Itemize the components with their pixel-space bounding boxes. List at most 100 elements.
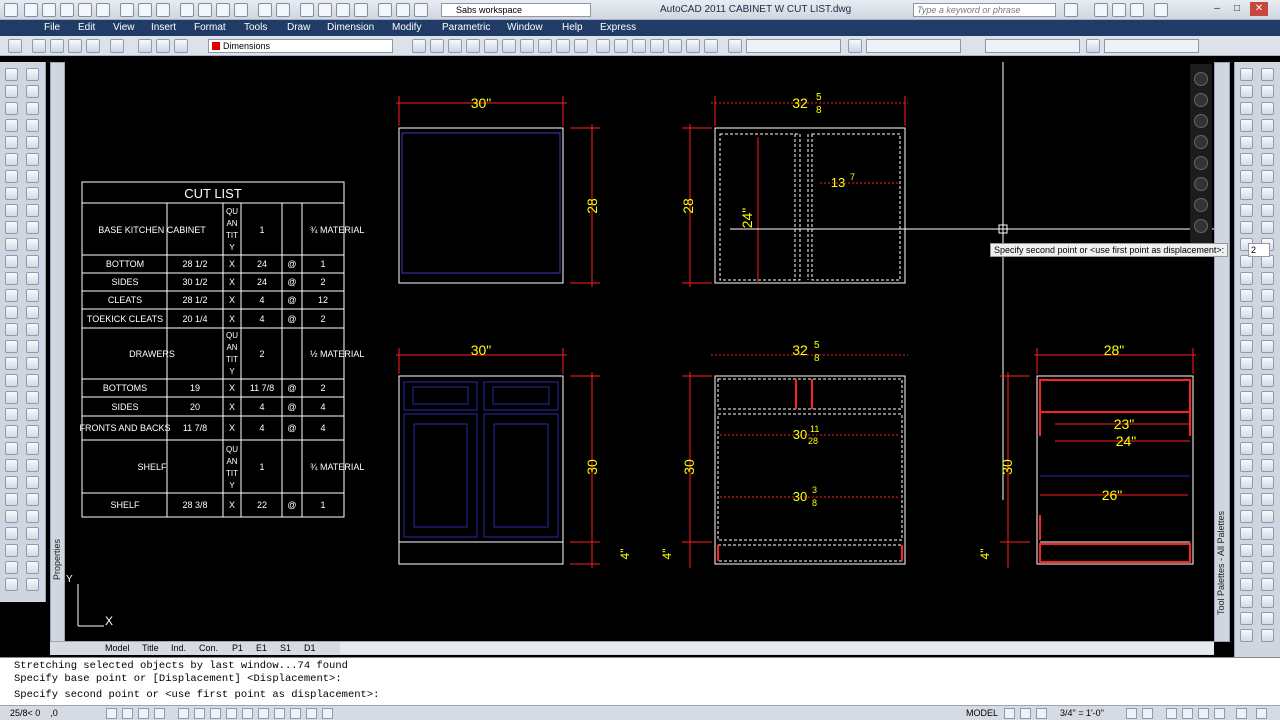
toolbar-tool-icon[interactable]	[1240, 170, 1253, 183]
layer-isolate-icon[interactable]	[68, 39, 82, 53]
designcenter-icon[interactable]	[396, 3, 410, 17]
toolbar-tool-icon[interactable]	[1240, 459, 1253, 472]
toolbar-tool-icon[interactable]	[1261, 459, 1274, 472]
lock-ui-icon[interactable]	[1182, 708, 1193, 719]
transparency-icon[interactable]	[258, 708, 269, 719]
toolbar-tool-icon[interactable]	[1261, 221, 1274, 234]
toolbar-tool-icon[interactable]	[5, 170, 18, 183]
toolbar-tool-icon[interactable]	[1261, 272, 1274, 285]
maximize-button[interactable]: □	[1228, 2, 1246, 16]
layer-freeze-icon[interactable]	[156, 39, 170, 53]
toolbar-tool-icon[interactable]	[1240, 85, 1253, 98]
toolbar-tool-icon[interactable]	[5, 119, 18, 132]
copy-layer-icon[interactable]	[430, 39, 444, 53]
toolbar-tool-icon[interactable]	[1240, 204, 1253, 217]
tab-ind[interactable]: Ind.	[171, 643, 186, 653]
osnap-icon[interactable]	[178, 708, 189, 719]
toolbar-tool-icon[interactable]	[26, 272, 39, 285]
toolbar-tool-icon[interactable]	[26, 68, 39, 81]
toolbar-tool-icon[interactable]	[26, 102, 39, 115]
multileader-style-icon[interactable]	[1086, 39, 1100, 53]
toolbar-tool-icon[interactable]	[26, 510, 39, 523]
toolbar-tool-icon[interactable]	[5, 306, 18, 319]
toolbar-tool-icon[interactable]	[5, 391, 18, 404]
menu-dimension[interactable]: Dimension	[327, 22, 374, 33]
toolbar-tool-icon[interactable]	[26, 170, 39, 183]
toolbar-tool-icon[interactable]	[1261, 68, 1274, 81]
layer-walk-icon[interactable]	[502, 39, 516, 53]
toolbar-tool-icon[interactable]	[5, 578, 18, 591]
minimize-button[interactable]: –	[1208, 2, 1226, 16]
multileader-style-select[interactable]	[1104, 39, 1199, 53]
toolbar-tool-icon[interactable]	[26, 425, 39, 438]
toolbar-tool-icon[interactable]	[5, 136, 18, 149]
layer-walk2-icon[interactable]	[668, 39, 682, 53]
toolbar-tool-icon[interactable]	[26, 306, 39, 319]
toolbar-tool-icon[interactable]	[5, 289, 18, 302]
tab-con[interactable]: Con.	[199, 643, 218, 653]
toolbar-tool-icon[interactable]	[1240, 476, 1253, 489]
command-prompt[interactable]: Specify second point or <use first point…	[14, 689, 379, 701]
toolbar-tool-icon[interactable]	[5, 255, 18, 268]
auto-scale-icon[interactable]	[1142, 708, 1153, 719]
menu-window[interactable]: Window	[507, 22, 543, 33]
menu-edit[interactable]: Edit	[78, 22, 95, 33]
properties-icon[interactable]	[378, 3, 392, 17]
toolbar-tool-icon[interactable]	[5, 544, 18, 557]
layer-change-icon[interactable]	[574, 39, 588, 53]
navbar-tool-icon[interactable]	[1194, 156, 1208, 170]
toolbar-tool-icon[interactable]	[5, 408, 18, 421]
status-menu-icon[interactable]	[1236, 708, 1247, 719]
menu-help[interactable]: Help	[562, 22, 583, 33]
ortho-icon[interactable]	[138, 708, 149, 719]
snap-icon[interactable]	[106, 708, 117, 719]
toolbar-tool-icon[interactable]	[1240, 68, 1253, 81]
polar-icon[interactable]	[154, 708, 165, 719]
subscription-icon[interactable]	[1094, 3, 1108, 17]
preview-icon[interactable]	[138, 3, 152, 17]
toolbar-tool-icon[interactable]	[1261, 102, 1274, 115]
toolbar-tool-icon[interactable]	[1261, 323, 1274, 336]
clean-screen-icon[interactable]	[1256, 708, 1267, 719]
toolbar-tool-icon[interactable]	[5, 85, 18, 98]
pan-icon[interactable]	[300, 3, 314, 17]
toolbar-tool-icon[interactable]	[5, 323, 18, 336]
toolbar-tool-icon[interactable]	[1261, 119, 1274, 132]
toolbar-tool-icon[interactable]	[5, 68, 18, 81]
toolbar-tool-icon[interactable]	[26, 493, 39, 506]
table-style-select[interactable]	[985, 39, 1080, 53]
toolbar-tool-icon[interactable]	[1261, 374, 1274, 387]
layer-vp-icon[interactable]	[614, 39, 628, 53]
toolbar-tool-icon[interactable]	[5, 153, 18, 166]
annotation-visibility-icon[interactable]	[1126, 708, 1137, 719]
toolbar-tool-icon[interactable]	[1261, 527, 1274, 540]
toolbar-tool-icon[interactable]	[1261, 493, 1274, 506]
toolbar-tool-icon[interactable]	[1261, 408, 1274, 421]
dynamic-input-field[interactable]: 2	[1248, 243, 1270, 257]
toolbar-tool-icon[interactable]	[1261, 510, 1274, 523]
tab-e1[interactable]: E1	[256, 643, 267, 653]
ducs-icon[interactable]	[210, 708, 221, 719]
toolbar-tool-icon[interactable]	[26, 374, 39, 387]
navbar-tool-icon[interactable]	[1194, 93, 1208, 107]
toolbar-tool-icon[interactable]	[1240, 493, 1253, 506]
toolbar-tool-icon[interactable]	[1240, 629, 1253, 642]
communication-icon[interactable]	[1112, 3, 1126, 17]
navbar-tool-icon[interactable]	[1194, 114, 1208, 128]
toolbar-tool-icon[interactable]	[1240, 595, 1253, 608]
toolbar-tool-icon[interactable]	[5, 357, 18, 370]
toolbar-tool-icon[interactable]	[5, 187, 18, 200]
toolbar-tool-icon[interactable]	[26, 323, 39, 336]
toolbar-tool-icon[interactable]	[1261, 170, 1274, 183]
menu-insert[interactable]: Insert	[151, 22, 176, 33]
toolbar-tool-icon[interactable]	[26, 408, 39, 421]
zoom-realtime-icon[interactable]	[318, 3, 332, 17]
tab-d1[interactable]: D1	[304, 643, 316, 653]
toolbar-tool-icon[interactable]	[1240, 544, 1253, 557]
toolbar-tool-icon[interactable]	[1261, 544, 1274, 557]
toolbar-tool-icon[interactable]	[5, 476, 18, 489]
zoom-window-icon[interactable]	[336, 3, 350, 17]
menu-parametric[interactable]: Parametric	[442, 22, 490, 33]
toolbar-tool-icon[interactable]	[5, 459, 18, 472]
navbar-tool-icon[interactable]	[1194, 219, 1208, 233]
